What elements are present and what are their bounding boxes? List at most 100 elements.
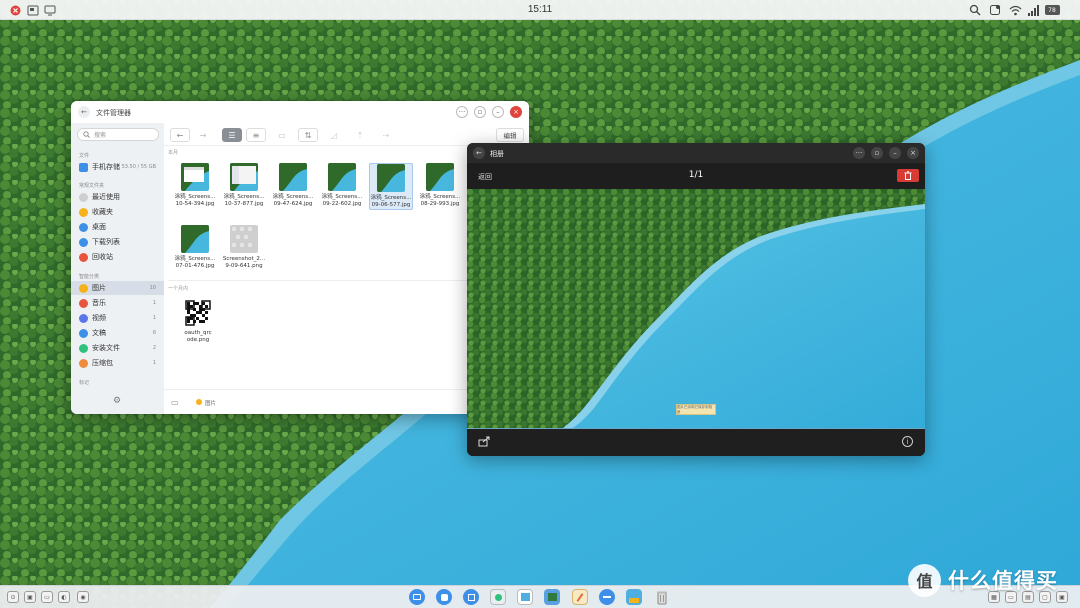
clock: 15:11: [527, 4, 553, 15]
file-name: oauth_qrc: [184, 330, 212, 336]
gallery-icon[interactable]: [517, 589, 533, 605]
music-icon: [79, 298, 88, 308]
sidebar-item[interactable]: 图片 10: [71, 281, 164, 295]
folder-icon[interactable]: ▭: [171, 398, 179, 407]
workspace-icon[interactable]: ⊙: [7, 591, 19, 603]
file-item[interactable]: 涂鸦_Screens... 10-37-877.jpg: [222, 163, 266, 208]
maximize-icon[interactable]: ▫: [871, 147, 883, 159]
close-icon[interactable]: ×: [907, 147, 919, 159]
minimize-icon[interactable]: –: [492, 106, 504, 118]
photos-icon[interactable]: [490, 589, 506, 605]
file-name: 涂鸦_Screens...: [174, 256, 216, 262]
file-name-suffix: 10-37-877.jpg: [224, 201, 264, 207]
toggle-icon[interactable]: ◐: [58, 591, 70, 603]
back-arrow-icon[interactable]: ←: [170, 128, 190, 142]
notification-icon[interactable]: [988, 4, 1002, 16]
share-icon[interactable]: [478, 436, 490, 449]
file-item[interactable]: 涂鸦_Screens... 09-06-577.jpg: [369, 163, 413, 210]
grid-icon[interactable]: [463, 589, 479, 605]
file-manager-titlebar: ← 文件管理器 ··· ▫ – ×: [71, 101, 529, 123]
file-item[interactable]: 涂鸦_Screens... 10-54-394.jpg: [173, 163, 217, 208]
search-icon[interactable]: [968, 4, 982, 16]
close-icon[interactable]: ×: [510, 106, 522, 118]
sidebar-item-label: 最近使用: [92, 193, 120, 201]
search-input[interactable]: 搜索: [77, 128, 159, 141]
sidebar-item-label: 桌面: [92, 223, 106, 231]
settings-icon[interactable]: [599, 589, 615, 605]
record-icon[interactable]: ◉: [77, 591, 89, 603]
screenshot-icon[interactable]: [26, 4, 40, 16]
sidebar-item[interactable]: 压缩包 1: [71, 356, 164, 370]
file-name-suffix: 9-09-641.png: [225, 263, 263, 269]
sort-icon[interactable]: ⇅: [298, 128, 318, 142]
sidebar-item-label: 视频: [92, 314, 106, 322]
wallpaper-icon[interactable]: [626, 589, 642, 605]
sidebar-item[interactable]: 音乐 1: [71, 296, 164, 310]
viewer-toolbar: 返回 1/1: [467, 163, 925, 189]
file-name-suffix: 10-54-394.jpg: [175, 201, 215, 207]
display-icon[interactable]: [43, 4, 57, 16]
archive-icon: [79, 358, 88, 368]
file-item[interactable]: 涂鸦_Screens... 09-47-624.jpg: [271, 163, 315, 208]
file-item[interactable]: Screenshot_2... 9-09-641.png: [222, 225, 266, 270]
sidebar-item[interactable]: 桌面: [71, 220, 164, 234]
app-close-icon[interactable]: [9, 4, 21, 16]
file-item[interactable]: oauth_qrc ode.png: [176, 299, 220, 344]
path-label[interactable]: 图片: [205, 399, 216, 407]
file-thumbnail: [181, 225, 209, 253]
file-item[interactable]: 涂鸦_Screens... 09-22-602.jpg: [320, 163, 364, 208]
list-view-icon[interactable]: ≡: [246, 128, 266, 142]
forward-arrow-icon[interactable]: →: [193, 128, 213, 142]
sidebar-item-storage[interactable]: 手机存储 53.50 / 55 GB: [71, 160, 164, 174]
sidebar-item[interactable]: 收藏夹: [71, 205, 164, 219]
edit-button[interactable]: 编辑: [496, 128, 524, 142]
settings-icon[interactable]: ⚙: [113, 396, 121, 406]
group-this-month: 本月: [168, 150, 179, 156]
image-viewer-icon[interactable]: [544, 589, 560, 605]
delete-button[interactable]: [897, 169, 919, 182]
sidebar-item[interactable]: 文稿 6: [71, 326, 164, 340]
phone-icon: [79, 162, 88, 172]
browser-icon[interactable]: [436, 589, 452, 605]
image-icon: [196, 399, 202, 405]
new-folder-icon[interactable]: ▭: [272, 128, 292, 142]
sidebar-item[interactable]: 下载列表: [71, 235, 164, 249]
maximize-icon[interactable]: ▫: [474, 106, 486, 118]
finder-icon[interactable]: [409, 589, 425, 605]
back-icon[interactable]: ←: [78, 106, 90, 118]
sidebar-item[interactable]: 最近使用: [71, 190, 164, 204]
sidebar-item-count: 1: [152, 360, 156, 366]
file-thumbnail: [184, 299, 212, 327]
file-item[interactable]: 涂鸦_Screens... 08-29-993.jpg: [418, 163, 462, 208]
multitask-icon[interactable]: ▣: [24, 591, 36, 603]
file-thumbnail: [230, 225, 258, 253]
clear-icon[interactable]: ◿: [324, 128, 344, 142]
notes-icon[interactable]: [572, 589, 588, 605]
upload-icon[interactable]: ⇡: [350, 128, 370, 142]
icon-view-icon[interactable]: ☰: [222, 128, 242, 142]
window-icon[interactable]: ▭: [41, 591, 53, 603]
sidebar-item[interactable]: 安装文件 2: [71, 341, 164, 355]
sidebar-item-label: 文稿: [92, 329, 106, 337]
sidebar-item[interactable]: 回收站: [71, 250, 164, 264]
section-common: 常规文件夹: [79, 183, 105, 189]
more-icon[interactable]: ···: [853, 147, 865, 159]
file-name: 涂鸦_Screens...: [272, 194, 314, 200]
sidebar-item[interactable]: 视频 1: [71, 311, 164, 325]
back-icon[interactable]: ←: [473, 147, 485, 159]
minimize-icon[interactable]: –: [889, 147, 901, 159]
trash-icon[interactable]: [654, 589, 670, 605]
file-name: Screenshot_2...: [222, 256, 266, 262]
file-item[interactable]: 涂鸦_Screens... 07-01-476.jpg: [173, 225, 217, 270]
file-name-suffix: ode.png: [186, 337, 210, 343]
sidebar: 搜索 文件 手机存储 53.50 / 55 GB 常规文件夹 最近使用 收藏夹 桌面…: [71, 123, 164, 414]
file-thumbnail: [328, 163, 356, 191]
info-icon[interactable]: i: [902, 436, 913, 447]
share-icon[interactable]: ⇢: [376, 128, 396, 142]
more-icon[interactable]: ···: [456, 106, 468, 118]
sidebar-item-count: 10: [149, 285, 156, 291]
clock-icon: [79, 192, 88, 202]
video-icon: [79, 313, 88, 323]
watermark: 值 什么值得买: [908, 563, 1058, 597]
sidebar-item-count: 1: [152, 300, 156, 306]
